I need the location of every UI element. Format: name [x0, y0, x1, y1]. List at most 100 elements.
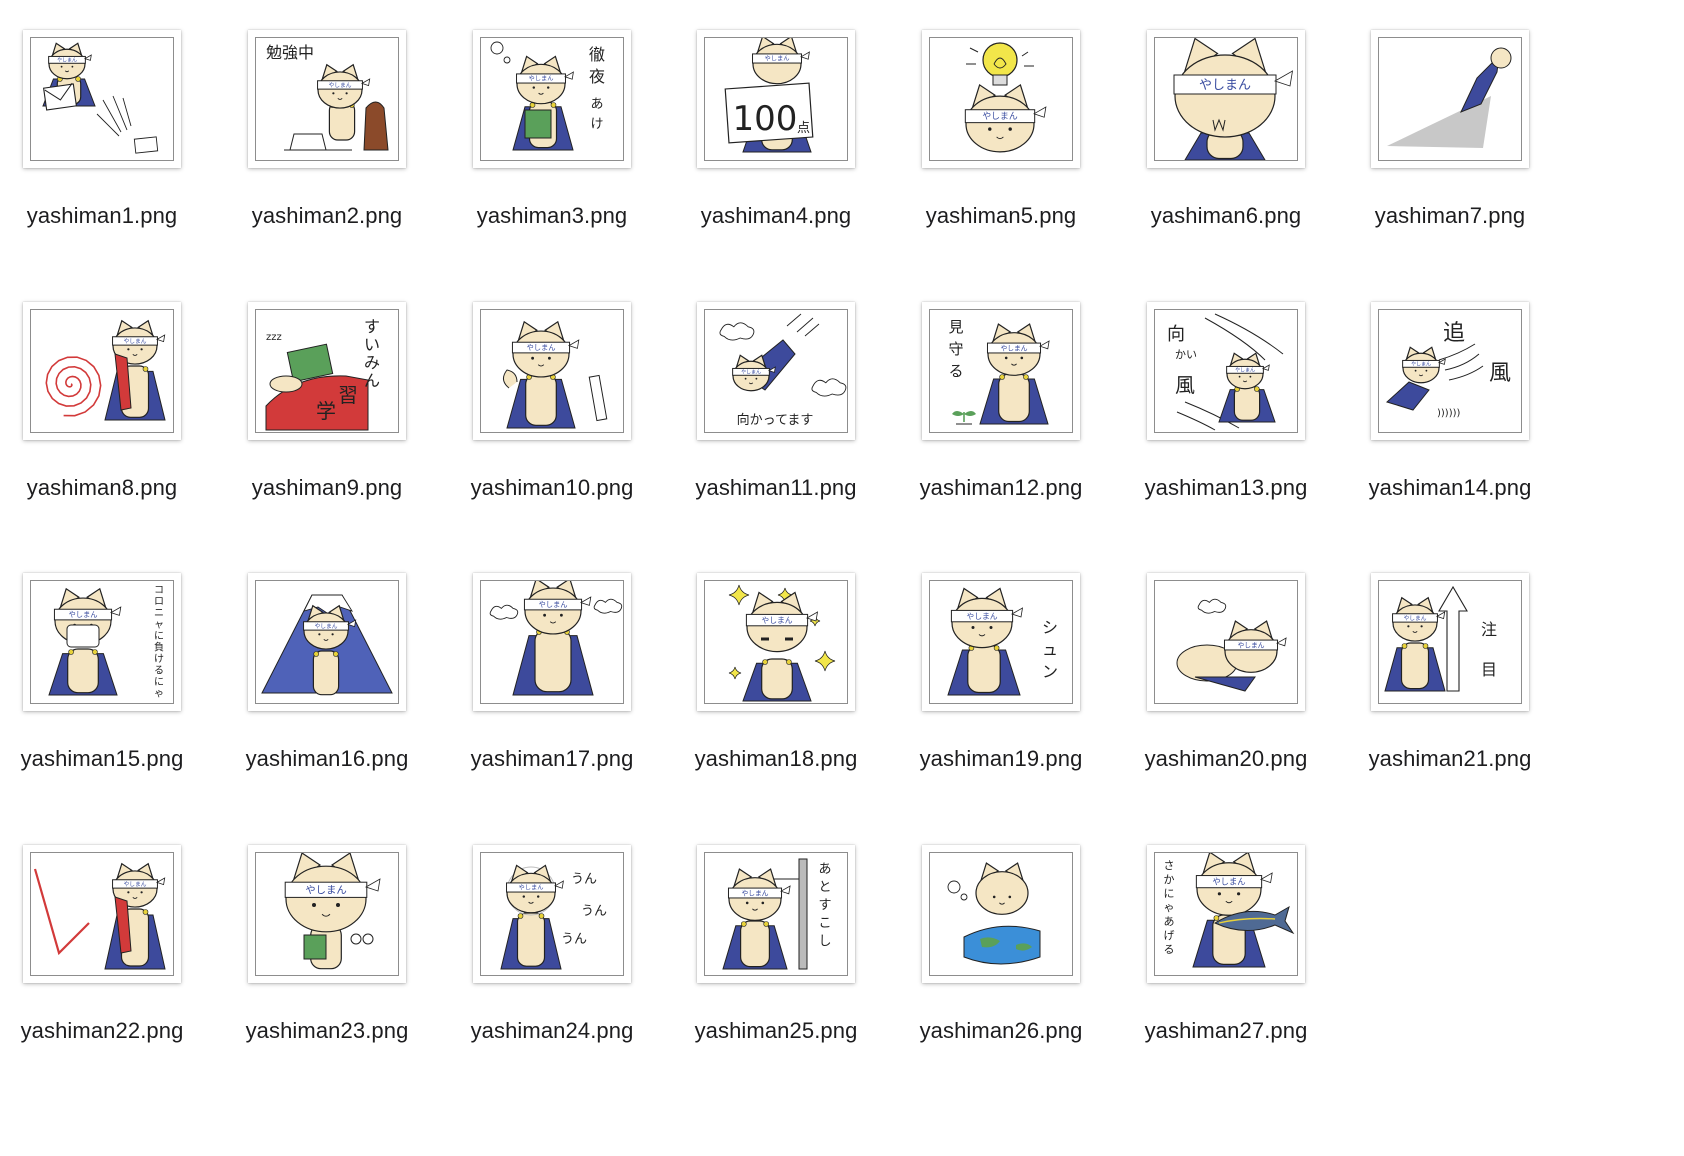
file-thumbnail[interactable]: やしまん注目	[1371, 573, 1529, 711]
file-item[interactable]: やしまん yashiman20.png	[1106, 543, 1346, 803]
file-thumbnail[interactable]: やしまんシュン	[922, 573, 1080, 711]
file-name-label[interactable]: yashiman13.png	[1106, 475, 1346, 501]
file-item[interactable]: やしまん yashiman16.png	[207, 543, 447, 803]
sticker-image: さかにゃあげる やしまん	[1154, 852, 1298, 976]
file-thumbnail[interactable]: やしまん 100 点	[697, 30, 855, 168]
svg-text:向: 向	[1167, 324, 1185, 345]
file-name-label[interactable]: yashiman3.png	[432, 203, 672, 229]
file-thumbnail[interactable]: やしまんコロニャに負けるにゃ	[23, 573, 181, 711]
file-thumbnail[interactable]: やしまん	[1147, 30, 1305, 168]
file-item[interactable]: やしまん あとすこし yashiman25.png	[656, 815, 896, 1075]
file-name-label[interactable]: yashiman23.png	[207, 1018, 447, 1044]
file-item[interactable]: やしまん yashiman8.png	[0, 272, 222, 532]
file-thumbnail[interactable]: やしまん	[248, 845, 406, 983]
svg-text:やしまん: やしまん	[1199, 78, 1251, 93]
file-thumbnail[interactable]: やしまん	[23, 302, 181, 440]
file-thumbnail[interactable]: やしまん 向かってます	[697, 302, 855, 440]
file-name-label[interactable]: yashiman8.png	[0, 475, 222, 501]
file-thumbnail[interactable]: やしまん うん うん うん	[473, 845, 631, 983]
file-thumbnail[interactable]: 見守る やしまん	[922, 302, 1080, 440]
file-name-label[interactable]: yashiman21.png	[1330, 746, 1570, 772]
svg-text:100: 100	[733, 99, 798, 139]
file-thumbnail[interactable]: やしまん	[473, 302, 631, 440]
file-thumbnail[interactable]: やしまん	[23, 845, 181, 983]
file-name-label[interactable]: yashiman10.png	[432, 475, 672, 501]
file-name-label[interactable]: yashiman9.png	[207, 475, 447, 501]
file-name-label[interactable]: yashiman7.png	[1330, 203, 1570, 229]
svg-text:zzz: zzz	[266, 332, 282, 343]
file-name-label[interactable]: yashiman25.png	[656, 1018, 896, 1044]
svg-text:やしまん: やしまん	[315, 622, 338, 630]
file-name-label[interactable]: yashiman20.png	[1106, 746, 1346, 772]
file-name-label[interactable]: yashiman22.png	[0, 1018, 222, 1044]
file-thumbnail[interactable]: 勉強中 やしまん	[248, 30, 406, 168]
file-item[interactable]: 追風 やしまん)))))) yashiman14.png	[1330, 272, 1570, 532]
file-name-label[interactable]: yashiman11.png	[656, 475, 896, 501]
file-item[interactable]: やしまん yashiman5.png	[881, 0, 1121, 260]
file-item[interactable]: やしまん yashiman23.png	[207, 815, 447, 1075]
file-item[interactable]: やしまんコロニャに負けるにゃ yashiman15.png	[0, 543, 222, 803]
file-thumbnail[interactable]: やしまん	[922, 30, 1080, 168]
file-item[interactable]: やしまん yashiman18.png	[656, 543, 896, 803]
file-item[interactable]: やしまん 向かってます yashiman11.png	[656, 272, 896, 532]
svg-text:やしまん: やしまん	[1000, 344, 1027, 352]
file-thumbnail[interactable]: やしまん	[248, 573, 406, 711]
file-thumbnail[interactable]: zzz すいみん学習	[248, 302, 406, 440]
file-item[interactable]: やしまん 徹夜あけ yashiman3.png	[432, 0, 672, 260]
file-name-label[interactable]: yashiman4.png	[656, 203, 896, 229]
file-thumbnail[interactable]	[1371, 30, 1529, 168]
file-thumbnail[interactable]: やしまん	[473, 573, 631, 711]
file-name-label[interactable]: yashiman18.png	[656, 746, 896, 772]
file-thumbnail[interactable]: 向かい風 やしまん	[1147, 302, 1305, 440]
file-item[interactable]: やしまん yashiman6.png	[1106, 0, 1346, 260]
file-item[interactable]: zzz すいみん学習 yashiman9.png	[207, 272, 447, 532]
file-item[interactable]: さかにゃあげる やしまん yashiman27.png	[1106, 815, 1346, 1075]
file-item[interactable]: yashiman7.png	[1330, 0, 1570, 260]
file-item[interactable]: やしまん yashiman22.png	[0, 815, 222, 1075]
file-name-label[interactable]: yashiman27.png	[1106, 1018, 1346, 1044]
svg-text:負: 負	[154, 642, 164, 654]
file-name-label[interactable]: yashiman24.png	[432, 1018, 672, 1044]
file-item[interactable]: やしまん うん うん うん yashiman24.png	[432, 815, 672, 1075]
file-item[interactable]: やしまんシュン yashiman19.png	[881, 543, 1121, 803]
svg-text:か: か	[1164, 873, 1175, 886]
file-thumbnail[interactable]: さかにゃあげる やしまん	[1147, 845, 1305, 983]
sticker-image: やしまん	[255, 852, 399, 976]
svg-text:やしまん: やしまん	[765, 55, 790, 63]
file-name-label[interactable]: yashiman15.png	[0, 746, 222, 772]
file-item[interactable]: やしまん yashiman10.png	[432, 272, 672, 532]
svg-text:点: 点	[797, 121, 810, 136]
svg-text:に: に	[154, 676, 164, 688]
file-name-label[interactable]: yashiman26.png	[881, 1018, 1121, 1044]
file-thumbnail[interactable]: やしまん	[1147, 573, 1305, 711]
file-name-label[interactable]: yashiman17.png	[432, 746, 672, 772]
file-thumbnail[interactable]: やしまん	[697, 573, 855, 711]
file-item[interactable]: 向かい風 やしまん yashiman13.png	[1106, 272, 1346, 532]
file-name-label[interactable]: yashiman16.png	[207, 746, 447, 772]
svg-text:あ: あ	[818, 862, 831, 877]
file-thumbnail[interactable]: やしまん	[23, 30, 181, 168]
sticker-image: やしまんシュン	[929, 580, 1073, 704]
file-item[interactable]: 勉強中 やしまん yashiman2.png	[207, 0, 447, 260]
file-thumbnail[interactable]: やしまん 徹夜あけ	[473, 30, 631, 168]
file-name-label[interactable]: yashiman19.png	[881, 746, 1121, 772]
file-thumbnail[interactable]: 追風 やしまん))))))	[1371, 302, 1529, 440]
file-item[interactable]: yashiman26.png	[881, 815, 1121, 1075]
file-item[interactable]: やしまん yashiman1.png	[0, 0, 222, 260]
file-item[interactable]: やしまん yashiman17.png	[432, 543, 672, 803]
file-name-label[interactable]: yashiman14.png	[1330, 475, 1570, 501]
svg-text:やしまん: やしまん	[1235, 366, 1255, 373]
sticker-image: やしまん うん うん うん	[480, 852, 624, 976]
svg-text:やしまん: やしまん	[741, 368, 761, 375]
file-item[interactable]: やしまん 100 点 yashiman4.png	[656, 0, 896, 260]
file-name-label[interactable]: yashiman1.png	[0, 203, 222, 229]
file-name-label[interactable]: yashiman2.png	[207, 203, 447, 229]
file-name-label[interactable]: yashiman5.png	[881, 203, 1121, 229]
file-thumbnail[interactable]	[922, 845, 1080, 983]
file-name-label[interactable]: yashiman6.png	[1106, 203, 1346, 229]
file-item[interactable]: やしまん注目 yashiman21.png	[1330, 543, 1570, 803]
file-item[interactable]: 見守る やしまん yashiman12.png	[881, 272, 1121, 532]
sticker-image: やしまん	[480, 309, 624, 433]
file-name-label[interactable]: yashiman12.png	[881, 475, 1121, 501]
file-thumbnail[interactable]: やしまん あとすこし	[697, 845, 855, 983]
